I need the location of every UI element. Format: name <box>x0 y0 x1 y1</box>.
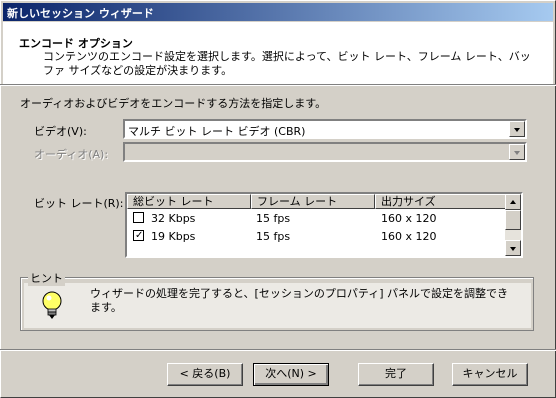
video-label: ビデオ(V): <box>34 125 87 138</box>
row-bitrate: 19 Kbps <box>151 230 196 243</box>
scroll-thumb[interactable] <box>505 210 521 230</box>
vertical-scrollbar[interactable] <box>505 194 521 256</box>
chevron-down-icon <box>514 128 520 132</box>
bitrate-label: ビット レート(R): <box>34 197 124 210</box>
row-checkbox[interactable]: ✓ <box>133 230 144 241</box>
instruction-text: オーディオおよびビデオをエンコードする方法を指定します。 <box>20 97 327 110</box>
audio-dropdown[interactable] <box>123 142 527 162</box>
wizard-header: エンコード オプション コンテンツのエンコード設定を選択します。選択によって、ビ… <box>3 22 553 84</box>
header-title: エンコード オプション <box>19 37 133 50</box>
row-output-size: 160 x 120 <box>381 212 437 225</box>
row-checkbox[interactable] <box>133 212 144 223</box>
bitrate-list[interactable]: 総ビット レート フレーム レート 出力サイズ 32 Kbps 15 fps 1… <box>125 192 523 258</box>
finish-button[interactable]: 完了 <box>358 363 434 386</box>
cancel-button[interactable]: キャンセル <box>452 363 528 386</box>
header-description: コンテンツのエンコード設定を選択します。選択によって、ビット レート、フレーム … <box>43 50 531 77</box>
chevron-up-icon <box>510 200 516 204</box>
window-title: 新しいセッション ウィザード <box>7 7 154 20</box>
chevron-down-icon <box>514 151 520 155</box>
title-bar[interactable]: 新しいセッション ウィザード <box>3 3 553 21</box>
column-header-bitrate[interactable]: 総ビット レート <box>127 194 251 209</box>
column-header-output-size[interactable]: 出力サイズ <box>375 194 507 209</box>
row-framerate: 15 fps <box>256 230 291 243</box>
row-framerate: 15 fps <box>256 212 291 225</box>
row-output-size: 160 x 120 <box>381 230 437 243</box>
back-button[interactable]: < 戻る(B) <box>167 363 243 386</box>
scroll-down-button[interactable] <box>505 240 521 256</box>
row-bitrate: 32 Kbps <box>151 212 196 225</box>
footer-divider <box>0 349 556 351</box>
audio-dropdown-button[interactable] <box>509 144 525 160</box>
checkmark-icon: ✓ <box>135 230 144 241</box>
table-row[interactable]: 32 Kbps 15 fps 160 x 120 <box>127 209 507 227</box>
table-row[interactable]: ✓ 19 Kbps 15 fps 160 x 120 <box>127 227 507 245</box>
scroll-up-button[interactable] <box>505 194 521 210</box>
video-dropdown-button[interactable] <box>509 121 525 137</box>
header-divider <box>0 84 556 86</box>
column-header-framerate[interactable]: フレーム レート <box>251 194 375 209</box>
hint-legend: ヒント <box>28 270 65 286</box>
next-button[interactable]: 次へ(N) > <box>253 363 329 386</box>
chevron-down-icon <box>510 247 516 251</box>
lightbulb-icon <box>42 291 62 319</box>
hint-text: ウィザードの処理を完了すると、[セッションのプロパティ] パネルで設定を調整でき… <box>90 287 508 314</box>
bitrate-list-header: 総ビット レート フレーム レート 出力サイズ <box>127 194 507 209</box>
video-dropdown-value: マルチ ビット レート ビデオ (CBR) <box>128 125 306 138</box>
video-dropdown[interactable]: マルチ ビット レート ビデオ (CBR) <box>123 119 527 139</box>
audio-label: オーディオ(A): <box>34 148 109 161</box>
